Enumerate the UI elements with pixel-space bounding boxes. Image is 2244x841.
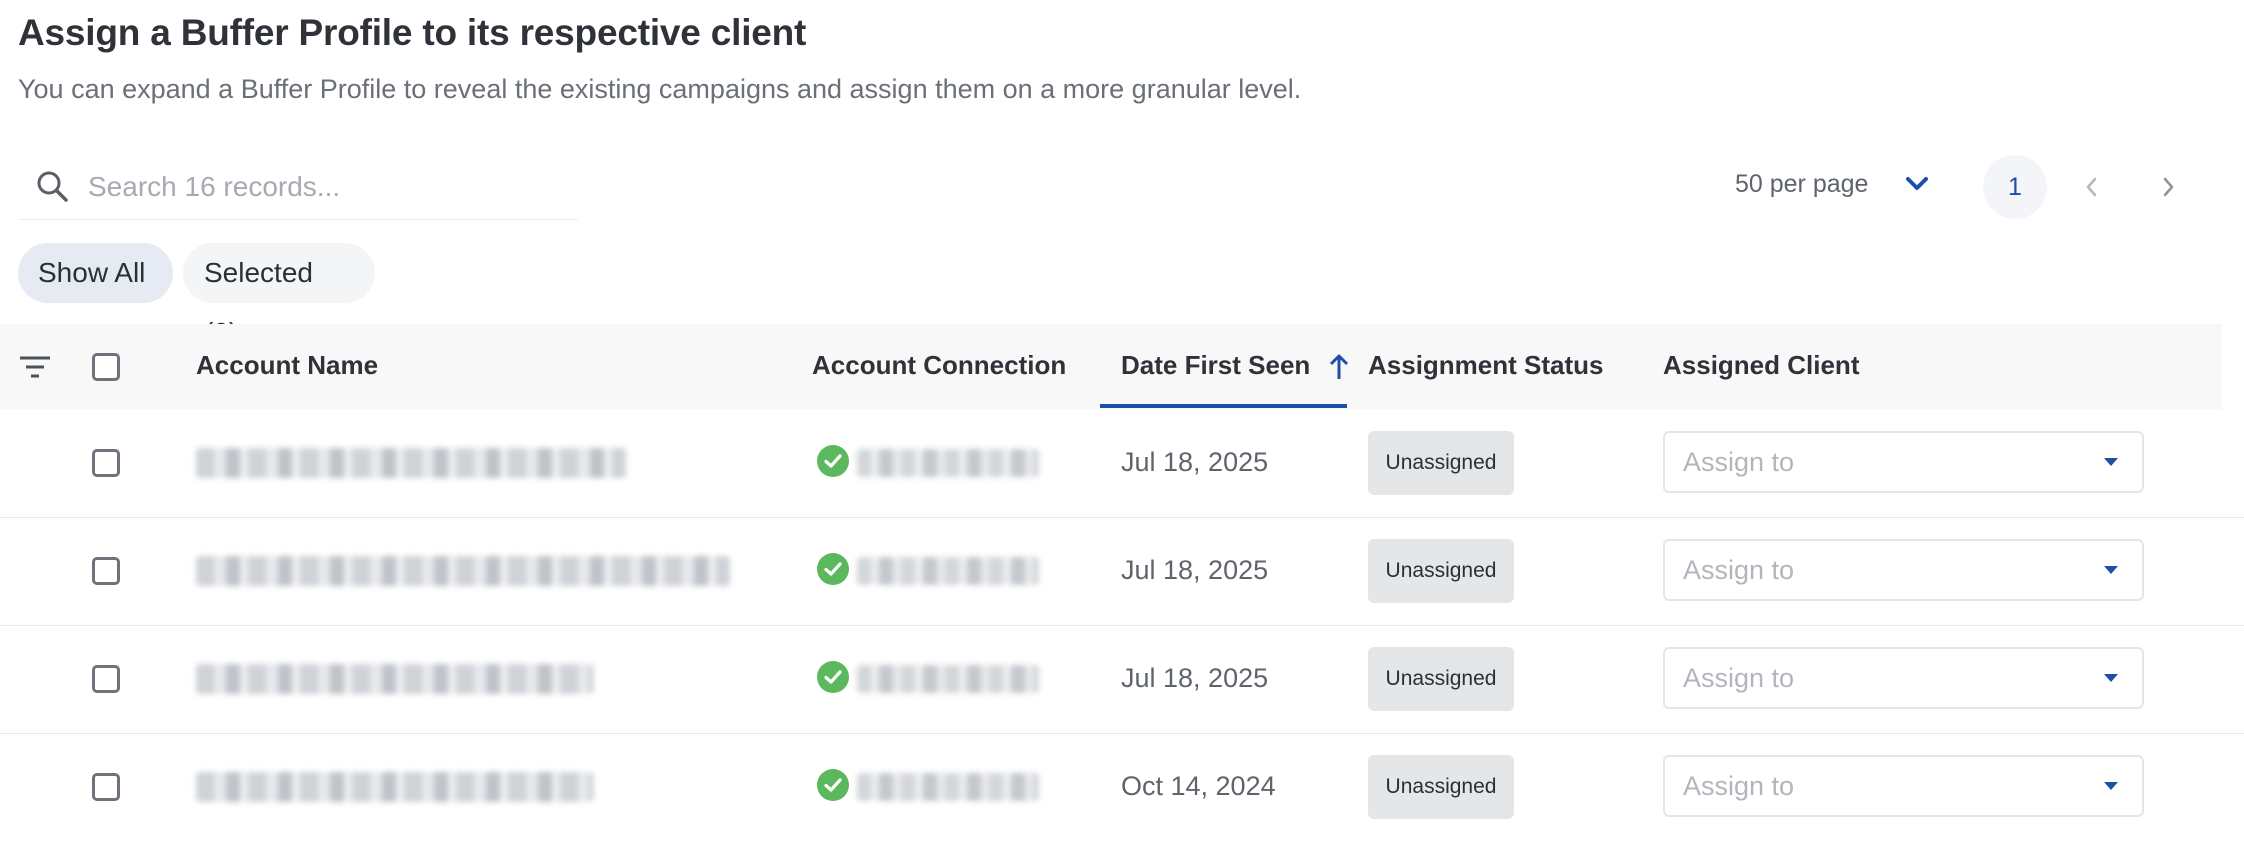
column-header-account-name[interactable]: Account Name (196, 350, 378, 381)
account-name-redacted (196, 556, 730, 586)
status-badge: Unassigned (1368, 539, 1514, 603)
sort-ascending-icon[interactable] (1328, 352, 1350, 387)
account-connection-redacted (857, 449, 1039, 477)
assign-placeholder: Assign to (1683, 663, 1795, 693)
search-bar (18, 155, 578, 220)
per-page-select[interactable]: 50 per page (1735, 170, 1868, 199)
chevron-left-icon[interactable] (2084, 176, 2100, 203)
page-title: Assign a Buffer Profile to its respectiv… (18, 12, 807, 53)
column-header-assigned-client[interactable]: Assigned Client (1663, 350, 1859, 381)
status-badge: Unassigned (1368, 755, 1514, 819)
date-first-seen: Jul 18, 2025 (1121, 447, 1269, 477)
assign-placeholder: Assign to (1683, 771, 1795, 801)
chevron-down-icon[interactable] (1905, 175, 1929, 198)
connected-check-icon (817, 769, 849, 801)
date-first-seen: Jul 18, 2025 (1121, 555, 1269, 585)
page-number-button[interactable]: 1 (1983, 155, 2047, 219)
caret-down-icon (2104, 566, 2118, 574)
account-name-redacted (196, 664, 593, 694)
date-first-seen: Jul 18, 2025 (1121, 663, 1269, 693)
account-name-redacted (196, 772, 593, 802)
assign-client-dropdown[interactable]: Assign to (1663, 755, 2144, 817)
column-header-date-first-seen[interactable]: Date First Seen (1121, 350, 1310, 381)
status-badge: Unassigned (1368, 431, 1514, 495)
connected-check-icon (817, 553, 849, 585)
date-first-seen: Oct 14, 2024 (1121, 771, 1276, 801)
account-connection-redacted (857, 557, 1039, 585)
row-checkbox[interactable] (92, 557, 120, 585)
connected-check-icon (817, 661, 849, 693)
show-all-filter[interactable]: Show All (18, 243, 173, 303)
assign-client-dropdown[interactable]: Assign to (1663, 539, 2144, 601)
assign-placeholder: Assign to (1683, 555, 1795, 585)
search-input[interactable] (86, 163, 560, 211)
caret-down-icon (2104, 674, 2118, 682)
assign-placeholder: Assign to (1683, 447, 1795, 477)
active-sort-indicator (1100, 404, 1347, 408)
row-checkbox[interactable] (92, 773, 120, 801)
chevron-right-icon[interactable] (2160, 176, 2176, 203)
table-row: Jul 18, 2025 Unassigned Assign to (0, 409, 2244, 518)
assign-client-dropdown[interactable]: Assign to (1663, 431, 2144, 493)
table-row: Jul 18, 2025 Unassigned Assign to (0, 625, 2244, 734)
select-all-checkbox[interactable] (92, 353, 120, 381)
search-icon (36, 170, 70, 209)
caret-down-icon (2104, 782, 2118, 790)
connected-check-icon (817, 445, 849, 477)
column-header-assignment-status[interactable]: Assignment Status (1368, 350, 1604, 381)
table-row: Oct 14, 2024 Unassigned Assign to (0, 733, 2244, 841)
table-row: Jul 18, 2025 Unassigned Assign to (0, 517, 2244, 626)
column-header-account-connection[interactable]: Account Connection (812, 350, 1066, 381)
status-badge: Unassigned (1368, 647, 1514, 711)
filter-icon[interactable] (18, 354, 52, 385)
selected-filter[interactable]: Selected (0) (183, 243, 375, 348)
page-subtitle: You can expand a Buffer Profile to revea… (18, 74, 1302, 104)
row-checkbox[interactable] (92, 449, 120, 477)
table-header: Account Name Account Connection Date Fir… (0, 324, 2222, 409)
row-checkbox[interactable] (92, 665, 120, 693)
account-name-redacted (196, 448, 626, 478)
caret-down-icon (2104, 458, 2118, 466)
account-connection-redacted (857, 773, 1039, 801)
assign-client-dropdown[interactable]: Assign to (1663, 647, 2144, 709)
account-connection-redacted (857, 665, 1039, 693)
